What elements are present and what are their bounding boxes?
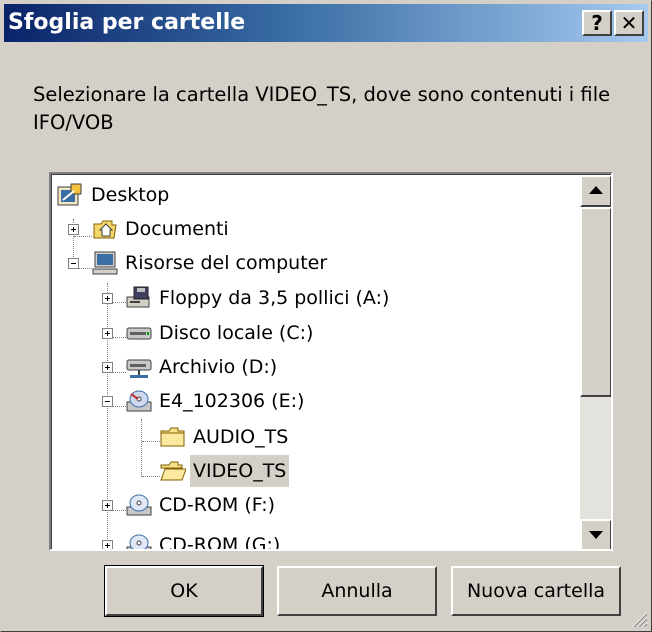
open-folder-icon — [160, 461, 186, 481]
vertical-scrollbar[interactable] — [580, 175, 611, 549]
hard-drive-icon — [126, 327, 152, 340]
tree-item-video-ts[interactable]: VIDEO_TS — [52, 455, 572, 487]
tree-item-e4-102306[interactable]: E4_102306 (E:) — [52, 385, 572, 417]
folder-icon — [160, 427, 185, 447]
tree-item-label: CD-ROM (F:) — [159, 494, 276, 516]
dvd-drive-icon — [126, 390, 152, 412]
title-bar[interactable]: Sfoglia per cartelle ? ✕ — [4, 4, 648, 42]
tree-item-label: Risorse del computer — [125, 252, 328, 274]
ok-button[interactable]: OK — [104, 565, 264, 617]
expand-icon[interactable] — [102, 328, 113, 339]
tree-item-label: AUDIO_TS — [193, 426, 289, 448]
expand-icon[interactable] — [102, 500, 113, 511]
tree-item-risorse-del-computer[interactable]: Risorse del computer — [52, 247, 572, 279]
tree-item-label: Desktop — [91, 184, 170, 206]
close-button[interactable]: ✕ — [614, 10, 644, 36]
expand-icon[interactable] — [102, 540, 113, 549]
tree-item-label: VIDEO_TS — [190, 455, 290, 487]
instruction-text: Selezionare la cartella VIDEO_TS, dove s… — [33, 83, 611, 134]
tree-item-label: Floppy da 3,5 pollici (A:) — [159, 287, 390, 309]
scroll-thumb[interactable] — [580, 207, 611, 397]
network-drive-icon — [126, 359, 152, 378]
my-computer-icon — [92, 251, 118, 275]
folder-tree[interactable]: Desktop Documenti Risorse del computer F… — [49, 172, 613, 551]
tree-item-cd-rom-f[interactable]: CD-ROM (F:) — [52, 489, 572, 521]
tree-item-audio-ts[interactable]: AUDIO_TS — [52, 421, 572, 453]
arrow-down-icon — [589, 531, 603, 539]
collapse-icon[interactable] — [68, 258, 79, 269]
tree-item-floppy[interactable]: Floppy da 3,5 pollici (A:) — [52, 282, 572, 314]
window-title: Sfoglia per cartelle — [8, 10, 246, 35]
my-documents-folder-icon — [93, 220, 117, 239]
desktop-icon — [57, 183, 82, 206]
cancel-button[interactable]: Annulla — [277, 566, 437, 616]
tree-item-label: Documenti — [125, 218, 229, 240]
collapse-icon[interactable] — [102, 396, 113, 407]
help-button[interactable]: ? — [582, 10, 612, 36]
tree-item-disco-locale[interactable]: Disco locale (C:) — [52, 317, 572, 349]
scroll-down-button[interactable] — [580, 519, 611, 549]
tree-item-cd-rom-g[interactable]: CD-ROM (G:) — [52, 529, 572, 551]
expand-icon[interactable] — [102, 293, 113, 304]
expand-icon[interactable] — [68, 224, 79, 235]
tree-item-desktop[interactable]: Desktop — [52, 179, 572, 211]
cd-drive-icon — [126, 494, 152, 516]
arrow-up-icon — [589, 186, 603, 194]
tree-item-label: E4_102306 (E:) — [159, 390, 305, 412]
tree-item-archivio[interactable]: Archivio (D:) — [52, 351, 572, 383]
tree-item-label: CD-ROM (G:) — [159, 534, 281, 551]
browse-for-folder-dialog: Sfoglia per cartelle ? ✕ Selezionare la … — [0, 0, 652, 632]
new-folder-button[interactable]: Nuova cartella — [451, 566, 621, 616]
expand-icon[interactable] — [102, 362, 113, 373]
scroll-up-button[interactable] — [580, 175, 611, 207]
tree-item-documenti[interactable]: Documenti — [52, 213, 572, 245]
resize-grip-icon[interactable] — [630, 610, 648, 628]
tree-item-label: Disco locale (C:) — [159, 322, 314, 344]
floppy-drive-icon — [126, 286, 150, 308]
cd-drive-icon — [126, 534, 152, 549]
tree-item-label: Archivio (D:) — [159, 356, 278, 378]
